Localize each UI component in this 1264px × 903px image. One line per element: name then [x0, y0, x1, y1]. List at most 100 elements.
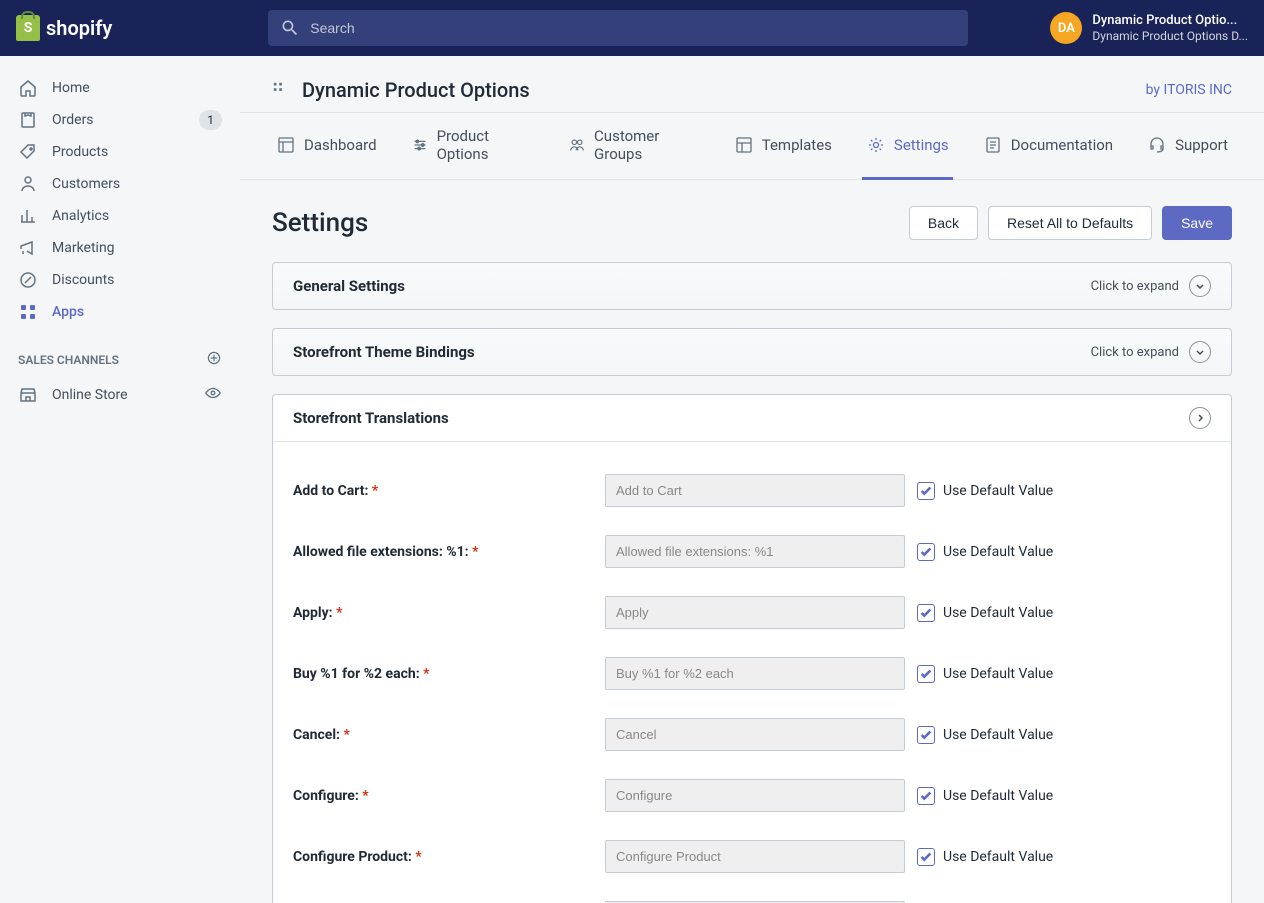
home-icon	[18, 78, 38, 98]
field-label: Cancel: *	[293, 727, 593, 743]
sidebar-item-discounts[interactable]: Discounts	[0, 264, 240, 296]
store-icon	[18, 385, 38, 405]
app-tabs: Dashboard Product Options Customer Group…	[240, 112, 1264, 180]
translation-row: Add to Cart: * Use Default Value	[293, 460, 1211, 521]
page-title: Settings	[272, 208, 368, 238]
translation-row: Configure Product: * Use Default Value	[293, 826, 1211, 887]
analytics-icon	[18, 206, 38, 226]
search-box[interactable]	[268, 10, 968, 46]
marketing-icon	[18, 238, 38, 258]
panel-general-settings[interactable]: General Settings Click to expand	[272, 262, 1232, 310]
sidebar-item-customers[interactable]: Customers	[0, 168, 240, 200]
field-input[interactable]	[605, 718, 905, 751]
gear-icon	[866, 135, 886, 155]
use-default-checkbox[interactable]	[917, 787, 935, 805]
sidebar-item-online-store[interactable]: Online Store	[0, 378, 240, 412]
use-default-checkbox[interactable]	[917, 543, 935, 561]
field-label: Configure: *	[293, 788, 593, 804]
sidebar-item-analytics[interactable]: Analytics	[0, 200, 240, 232]
tab-dashboard[interactable]: Dashboard	[272, 113, 381, 180]
translation-row: Buy %1 for %2 each: * Use Default Value	[293, 643, 1211, 704]
avatar: DA	[1050, 12, 1082, 44]
add-channel-button[interactable]	[206, 350, 222, 370]
templates-icon	[734, 135, 754, 155]
save-button[interactable]: Save	[1162, 206, 1232, 240]
use-default-label: Use Default Value	[943, 849, 1053, 865]
view-store-button[interactable]	[204, 384, 222, 406]
field-label: Buy %1 for %2 each: *	[293, 666, 593, 682]
panel-theme-bindings[interactable]: Storefront Theme Bindings Click to expan…	[272, 328, 1232, 376]
field-label: Configure Product: *	[293, 849, 593, 865]
tab-support[interactable]: Support	[1143, 113, 1232, 180]
field-input[interactable]	[605, 596, 905, 629]
apps-icon	[18, 302, 38, 322]
orders-badge: 1	[199, 110, 222, 130]
translation-row: Allowed file extensions: %1: * Use Defau…	[293, 521, 1211, 582]
main-content: Dynamic Product Options by ITORIS INC Da…	[240, 56, 1264, 903]
shopify-bag-icon: S	[16, 15, 40, 41]
app-header: Dynamic Product Options by ITORIS INC	[240, 56, 1264, 112]
discounts-icon	[18, 270, 38, 290]
orders-icon	[18, 110, 38, 130]
shopify-logo[interactable]: S shopify	[16, 15, 112, 41]
sidebar-item-marketing[interactable]: Marketing	[0, 232, 240, 264]
customers-icon	[18, 174, 38, 194]
translation-row: Configure: * Use Default Value	[293, 765, 1211, 826]
tab-customer-groups[interactable]: Customer Groups	[564, 113, 704, 180]
reset-button[interactable]: Reset All to Defaults	[988, 206, 1152, 240]
user-subtitle: Dynamic Product Options D...	[1092, 29, 1248, 43]
app-title: Dynamic Product Options	[302, 78, 530, 102]
headset-icon	[1147, 135, 1167, 155]
tab-templates[interactable]: Templates	[730, 113, 836, 180]
use-default-label: Use Default Value	[943, 483, 1053, 499]
sidebar: Home Orders 1 Products Customers Analyti…	[0, 56, 240, 903]
translation-row: Cancel: * Use Default Value	[293, 704, 1211, 765]
translation-row: Apply: * Use Default Value	[293, 582, 1211, 643]
field-input[interactable]	[605, 840, 905, 873]
sales-channels-header: SALES CHANNELS	[0, 328, 240, 378]
top-bar: S shopify DA Dynamic Product Optio... Dy…	[0, 0, 1264, 56]
field-label: Add to Cart: *	[293, 483, 593, 499]
chevron-down-icon[interactable]	[1189, 341, 1211, 363]
search-input[interactable]	[300, 20, 956, 36]
use-default-label: Use Default Value	[943, 666, 1053, 682]
sidebar-item-home[interactable]: Home	[0, 72, 240, 104]
sliders-icon	[411, 135, 429, 155]
use-default-checkbox[interactable]	[917, 848, 935, 866]
search-icon	[280, 18, 300, 38]
use-default-checkbox[interactable]	[917, 604, 935, 622]
tab-product-options[interactable]: Product Options	[407, 113, 538, 180]
field-input[interactable]	[605, 535, 905, 568]
field-input[interactable]	[605, 779, 905, 812]
use-default-label: Use Default Value	[943, 727, 1053, 743]
back-button[interactable]: Back	[909, 206, 978, 240]
document-icon	[983, 135, 1003, 155]
use-default-checkbox[interactable]	[917, 665, 935, 683]
people-icon	[568, 135, 586, 155]
sidebar-item-orders[interactable]: Orders 1	[0, 104, 240, 136]
dashboard-icon	[276, 135, 296, 155]
app-vendor-link[interactable]: by ITORIS INC	[1146, 82, 1232, 98]
field-input[interactable]	[605, 474, 905, 507]
use-default-checkbox[interactable]	[917, 482, 935, 500]
page-header: Settings Back Reset All to Defaults Save	[272, 206, 1232, 240]
app-grid-icon	[272, 81, 290, 99]
tab-settings[interactable]: Settings	[862, 113, 953, 180]
brand-text: shopify	[46, 16, 112, 40]
use-default-checkbox[interactable]	[917, 726, 935, 744]
user-menu[interactable]: DA Dynamic Product Optio... Dynamic Prod…	[1050, 12, 1248, 44]
field-label: Allowed file extensions: %1: *	[293, 544, 593, 560]
sidebar-item-apps[interactable]: Apps	[0, 296, 240, 328]
field-input[interactable]	[605, 657, 905, 690]
user-title: Dynamic Product Optio...	[1092, 13, 1248, 29]
use-default-label: Use Default Value	[943, 544, 1053, 560]
tab-documentation[interactable]: Documentation	[979, 113, 1117, 180]
chevron-down-icon[interactable]	[1189, 275, 1211, 297]
chevron-right-icon[interactable]	[1189, 407, 1211, 429]
panel-storefront-translations: Storefront Translations Add to Cart: * U…	[272, 394, 1232, 903]
sidebar-item-products[interactable]: Products	[0, 136, 240, 168]
use-default-label: Use Default Value	[943, 788, 1053, 804]
use-default-label: Use Default Value	[943, 605, 1053, 621]
field-label: Apply: *	[293, 605, 593, 621]
translation-row: Edit: * Use Default Value	[293, 887, 1211, 903]
